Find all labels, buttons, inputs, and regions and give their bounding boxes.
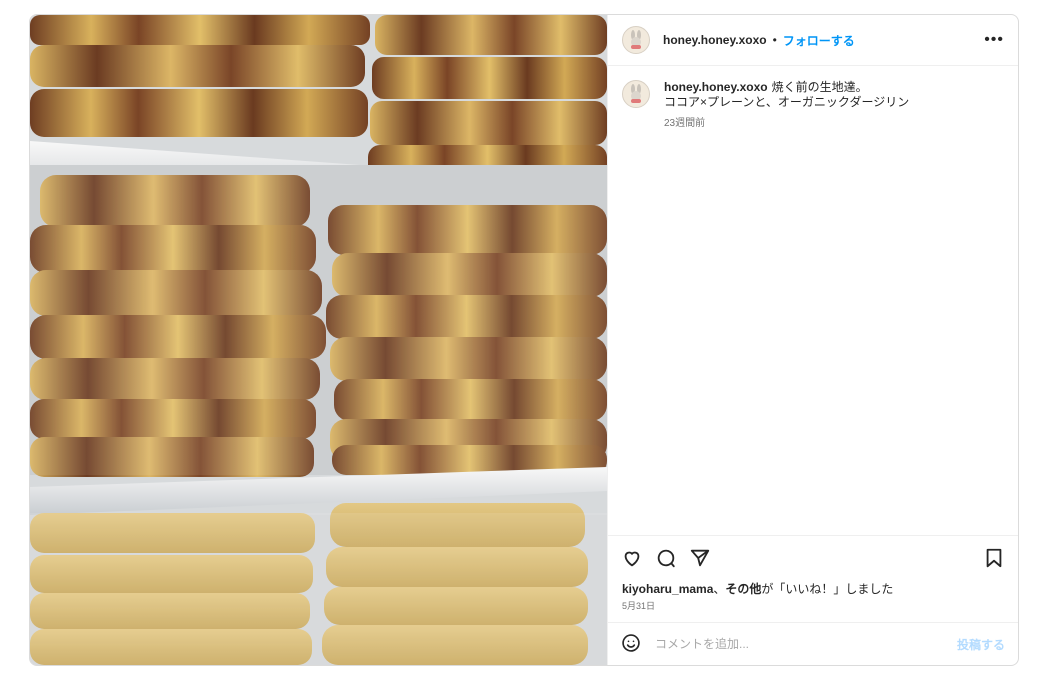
post-sidebar: honey.honey.xoxo • フォローする ••• honey.hone [607, 15, 1018, 665]
caption-avatar[interactable] [622, 80, 650, 108]
follow-button[interactable]: フォローする [783, 32, 855, 49]
comment-box: 投稿する [608, 622, 1018, 665]
caption-body: honey.honey.xoxo 焼く前の生地達。 ココア×プレーンと、オーガニッ… [664, 80, 909, 131]
heart-icon[interactable] [620, 546, 644, 570]
caption-time[interactable]: 23週間前 [664, 116, 909, 131]
header-username[interactable]: honey.honey.xoxo [663, 33, 767, 47]
caption-username[interactable]: honey.honey.xoxo [664, 80, 768, 94]
caption: honey.honey.xoxo 焼く前の生地達。 ココア×プレーンと、オーガニッ… [622, 80, 1004, 131]
post-card: honey.honey.xoxo • フォローする ••• honey.hone [29, 14, 1019, 666]
likes-suffix: が「いいね！」しました [761, 582, 894, 596]
bookmark-icon[interactable] [982, 546, 1006, 570]
likes-user[interactable]: kiyoharu_mama [622, 582, 713, 596]
more-horizontal-icon[interactable]: ••• [984, 31, 1004, 49]
avatar[interactable] [622, 26, 650, 54]
action-bar [608, 535, 1018, 580]
separator-dot: • [772, 33, 777, 47]
likes-joiner: 、 [713, 582, 726, 596]
post-image[interactable] [30, 15, 607, 665]
bunny-icon [631, 30, 641, 49]
share-icon[interactable] [688, 546, 712, 570]
caption-line2: ココア×プレーンと、オーガニックダージリン [664, 95, 910, 109]
post-header: honey.honey.xoxo • フォローする ••• [608, 15, 1018, 66]
comment-icon[interactable] [654, 546, 678, 570]
post-date[interactable]: 5月31日 [608, 597, 1018, 622]
comment-input[interactable] [653, 636, 957, 652]
caption-line1: 焼く前の生地達。 [771, 80, 868, 94]
comments-section: honey.honey.xoxo 焼く前の生地達。 ココア×プレーンと、オーガニッ… [608, 66, 1018, 535]
emoji-icon[interactable] [621, 633, 641, 656]
likes-line: kiyoharu_mama、その他が「いいね！」しました [608, 580, 1018, 597]
likes-others[interactable]: その他 [725, 582, 761, 596]
post-comment-button[interactable]: 投稿する [957, 636, 1005, 653]
post-image-graphic [30, 15, 607, 665]
bunny-icon [631, 84, 641, 103]
